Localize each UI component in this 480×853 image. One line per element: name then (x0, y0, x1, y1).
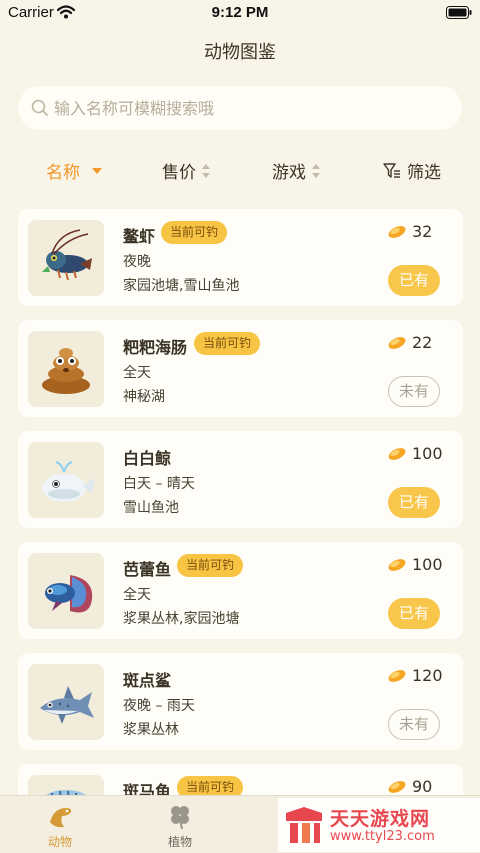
filter-button[interactable]: 筛选 (383, 158, 441, 183)
fish-tab-icon (50, 808, 72, 828)
fish-name: 斑点鲨 (123, 671, 172, 690)
sort-arrows-icon (312, 163, 320, 178)
fish-location: 雪山鱼池 (123, 500, 179, 516)
fish-card[interactable]: 粑粑海肠 当前可钓 全天 神秘湖 22 未有 (18, 320, 463, 417)
status-time: 9:12 PM (211, 4, 269, 21)
fish-location: 浆果丛林 (123, 722, 179, 738)
watermark: 天天游戏网 www.ttyl23.com (278, 798, 480, 852)
owned-status-button[interactable]: 已有 (388, 487, 440, 518)
status-bar: Carrier 9:12 PM (0, 0, 480, 26)
fish-time: 夜晚 (123, 254, 151, 270)
price-icon (388, 670, 406, 682)
catchable-badge: 当前可钓 (177, 554, 244, 577)
battery-icon (446, 6, 472, 19)
owned-status-button[interactable]: 已有 (388, 598, 440, 629)
fish-card[interactable]: 白白鲸 白天 – 晴天 雪山鱼池 100 已有 (18, 431, 463, 528)
price: 32 (412, 222, 433, 241)
tab-animals-label: 动物 (47, 835, 72, 849)
filter-icon (383, 162, 400, 178)
unowned-status-button[interactable]: 未有 (388, 376, 440, 407)
whale-icon (42, 461, 94, 502)
poop-worm-icon (42, 348, 90, 394)
fish-name: 芭蕾鱼 (123, 560, 172, 579)
fish-thumbnail (28, 331, 104, 407)
fish-location: 神秘湖 (123, 389, 165, 405)
price: 90 (412, 777, 433, 796)
sort-tab-name-label: 名称 (46, 163, 80, 183)
tab-plants-label: 植物 (167, 835, 192, 849)
fish-thumbnail (28, 442, 104, 518)
price-icon (388, 781, 406, 793)
fish-thumbnail (28, 220, 104, 296)
fish-card[interactable]: 斑点鲨 夜晚 – 雨天 浆果丛林 120 未有 (18, 653, 463, 750)
sort-tab-price-label: 售价 (162, 163, 196, 183)
price-icon (388, 337, 406, 349)
shark-icon (40, 686, 94, 724)
fish-location: 家园池塘,雪山鱼池 (123, 278, 240, 294)
price: 100 (412, 444, 443, 463)
fish-thumbnail (28, 664, 104, 740)
fish-name: 白白鲸 (123, 449, 172, 468)
search-input[interactable] (54, 86, 444, 130)
catchable-badge: 当前可钓 (161, 221, 228, 244)
owned-status-button[interactable]: 已有 (388, 265, 440, 296)
unowned-status-button[interactable]: 未有 (388, 709, 440, 740)
search-icon (31, 99, 48, 116)
tab-animals[interactable]: 动物 (20, 796, 100, 853)
price-icon (388, 448, 406, 460)
watermark-url: www.ttyl23.com (330, 829, 435, 844)
price: 120 (412, 666, 443, 685)
sort-tab-name[interactable]: 名称 (46, 158, 104, 183)
sort-tab-price[interactable]: 售价 (162, 158, 211, 183)
sort-desc-icon (92, 167, 102, 174)
fish-name: 鳌虾 (123, 227, 156, 246)
crayfish-icon (42, 229, 92, 281)
watermark-logo-icon (286, 807, 322, 843)
price: 22 (412, 333, 433, 352)
sort-arrows-icon (202, 163, 210, 178)
fish-location: 浆果丛林,家园池塘 (123, 611, 240, 627)
fish-thumbnail (28, 553, 104, 629)
filter-label: 筛选 (407, 163, 441, 183)
page-title: 动物图鉴 (204, 42, 276, 63)
price-icon (388, 226, 406, 238)
sort-tab-game-label: 游戏 (272, 163, 306, 183)
betta-fish-icon (45, 575, 93, 613)
clover-icon (171, 806, 189, 830)
price-icon (388, 559, 406, 571)
watermark-brand: 天天游戏网 (330, 808, 431, 830)
search-box[interactable] (18, 86, 462, 130)
fish-time: 全天 (123, 587, 151, 603)
fish-time: 白天 – 晴天 (123, 476, 195, 492)
fish-card[interactable]: 芭蕾鱼 当前可钓 全天 浆果丛林,家园池塘 100 已有 (18, 542, 463, 639)
fish-time: 夜晚 – 雨天 (123, 698, 195, 714)
tab-plants[interactable]: 植物 (140, 796, 220, 853)
price: 100 (412, 555, 443, 574)
fish-time: 全天 (123, 365, 151, 381)
fish-name: 粑粑海肠 (123, 338, 188, 357)
catchable-badge: 当前可钓 (194, 332, 261, 355)
sort-tab-game[interactable]: 游戏 (272, 158, 321, 183)
fish-card[interactable]: 鳌虾 当前可钓 夜晚 家园池塘,雪山鱼池 32 已有 (18, 209, 463, 306)
